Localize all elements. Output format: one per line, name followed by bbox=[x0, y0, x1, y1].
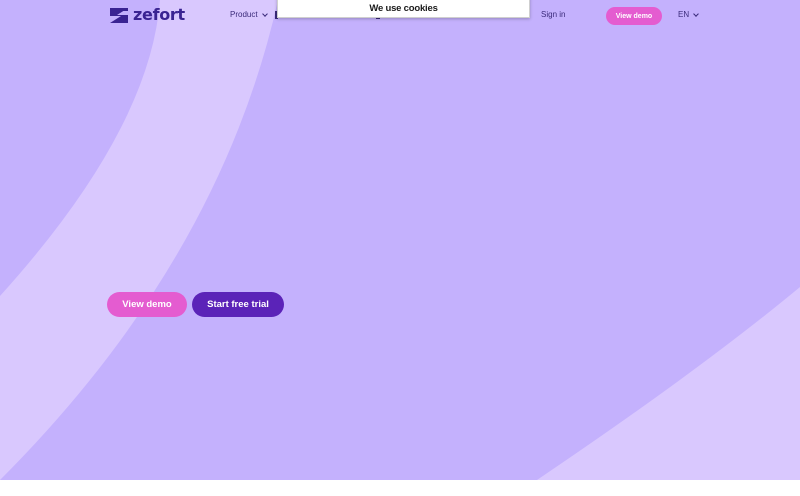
chevron-down-icon bbox=[261, 10, 268, 17]
page: zefort Product We use cookies Sign in Vi… bbox=[0, 0, 800, 480]
sign-in-link[interactable]: Sign in bbox=[541, 8, 565, 22]
hero-view-demo-button[interactable]: View demo bbox=[107, 292, 187, 317]
language-selector[interactable]: EN bbox=[678, 8, 699, 22]
chevron-down-icon bbox=[693, 10, 699, 17]
cookie-banner-title: We use cookies bbox=[369, 3, 438, 14]
z-logo-icon bbox=[110, 7, 128, 23]
language-label: EN bbox=[678, 10, 690, 19]
header-view-demo-button[interactable]: View demo bbox=[606, 7, 662, 25]
nav-product[interactable]: Product bbox=[230, 8, 268, 22]
brand-name: zefort bbox=[133, 5, 185, 24]
start-free-trial-button[interactable]: Start free trial bbox=[192, 292, 284, 317]
brand-logo[interactable]: zefort bbox=[109, 6, 185, 24]
nav-product-label: Product bbox=[230, 10, 258, 19]
background-curves bbox=[0, 0, 800, 480]
cookie-banner: We use cookies bbox=[277, 0, 530, 18]
